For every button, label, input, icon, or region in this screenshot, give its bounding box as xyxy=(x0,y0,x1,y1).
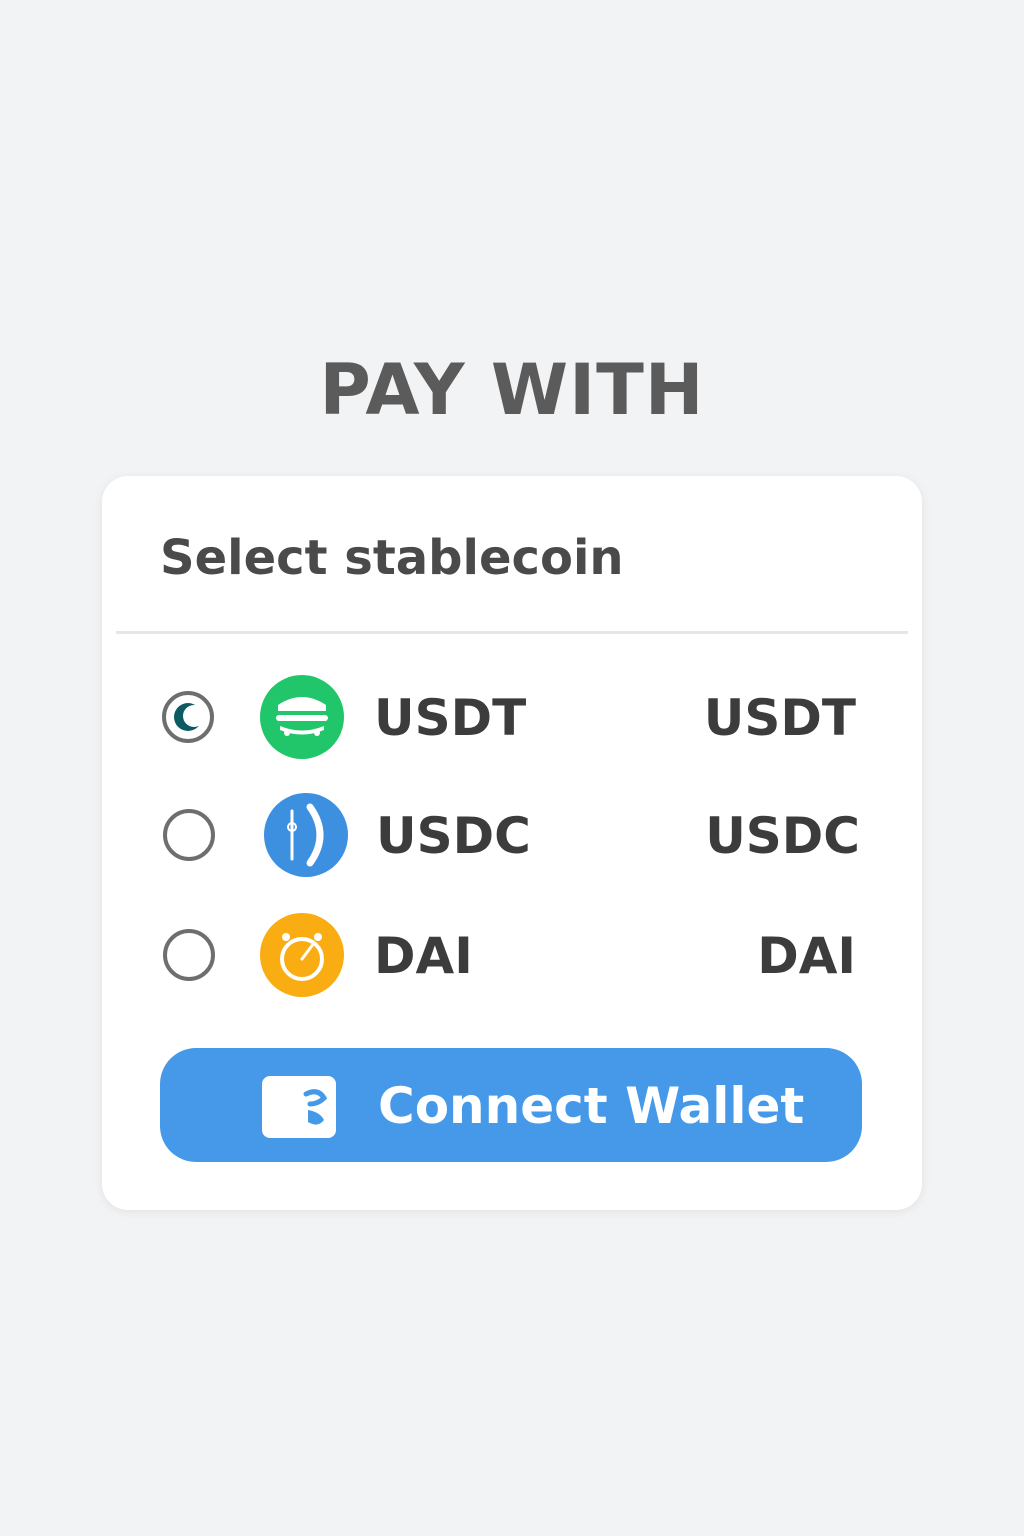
radio-usdc[interactable] xyxy=(163,809,215,861)
coin-ticker-usdc: USDC xyxy=(705,807,860,865)
dai-icon xyxy=(260,913,344,997)
coin-name-usdt: USDT xyxy=(374,689,527,747)
stablecoin-card: Select stablecoin USDT USDT USDC USDC DA… xyxy=(102,476,922,1210)
card-header: Select stablecoin xyxy=(160,530,624,586)
usdt-icon xyxy=(260,675,344,759)
connect-wallet-button[interactable]: Connect Wallet xyxy=(160,1048,862,1162)
coin-name-dai: DAI xyxy=(374,927,473,985)
coin-option-dai[interactable]: DAI DAI xyxy=(102,908,922,1008)
coin-name-usdc: USDC xyxy=(376,807,531,865)
coin-option-usdc[interactable]: USDC USDC xyxy=(102,788,922,888)
page-title: PAY WITH xyxy=(319,349,705,431)
coin-ticker-dai: DAI xyxy=(757,927,856,985)
radio-usdt-selected[interactable] xyxy=(162,691,214,743)
radio-dai[interactable] xyxy=(163,929,215,981)
connect-wallet-label: Connect Wallet xyxy=(378,1077,805,1135)
radio-selected-dot xyxy=(174,703,205,731)
divider xyxy=(116,631,908,634)
wallet-icon xyxy=(262,1076,336,1138)
usdc-icon xyxy=(264,793,348,877)
coin-option-usdt[interactable]: USDT USDT xyxy=(102,670,922,770)
coin-ticker-usdt: USDT xyxy=(703,689,856,747)
